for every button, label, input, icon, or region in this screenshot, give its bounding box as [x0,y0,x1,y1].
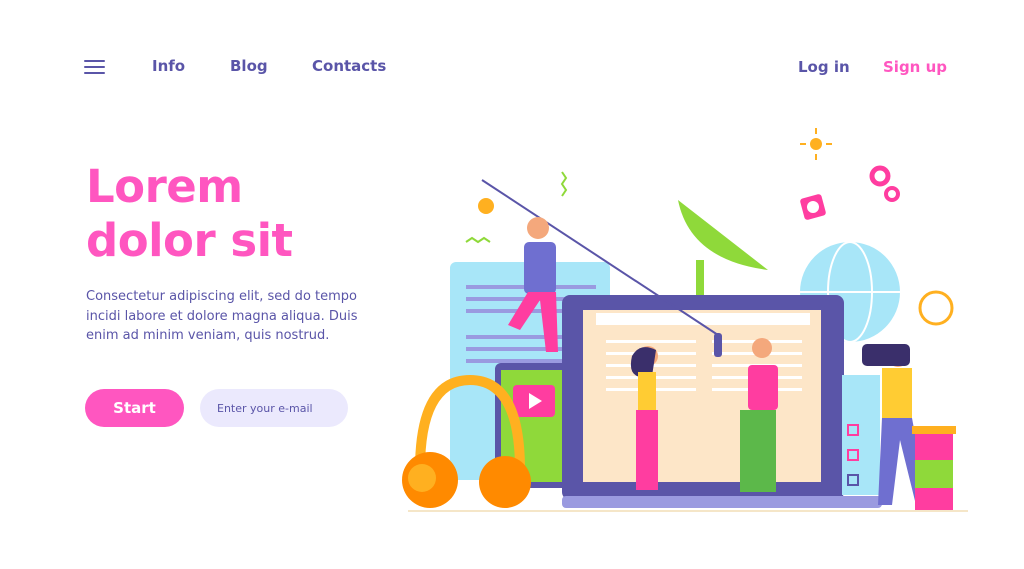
title-line-2: dolor sit [86,214,293,267]
satellite-dish-icon [678,200,768,270]
media-illustration [402,128,968,512]
ground-line [408,510,968,512]
stopwatch-icon [918,290,954,326]
signup-link[interactable]: Sign up [883,58,947,76]
login-link[interactable]: Log in [798,58,850,76]
microphone-icon [714,333,722,357]
nav-blog[interactable]: Blog [230,57,268,75]
hero-description: Consectetur adipiscing elit, sed do temp… [86,289,358,343]
gear-icon-small [884,186,900,202]
email-input[interactable] [200,389,348,427]
boom-operator-figure [527,217,549,239]
interviewee-figure [752,338,772,358]
nav-contacts[interactable]: Contacts [312,57,386,75]
laptop-screen [583,310,821,482]
hamburger-menu-icon[interactable] [84,60,105,74]
emoji-icon [478,198,494,214]
video-camera-icon [862,344,910,366]
start-button[interactable]: Start [85,389,184,427]
hero-title: Lorem dolor sit [86,160,293,268]
nav-info[interactable]: Info [152,57,185,75]
title-line-1: Lorem [86,160,243,213]
gear-icon [869,165,891,187]
sun-icon [810,138,822,150]
